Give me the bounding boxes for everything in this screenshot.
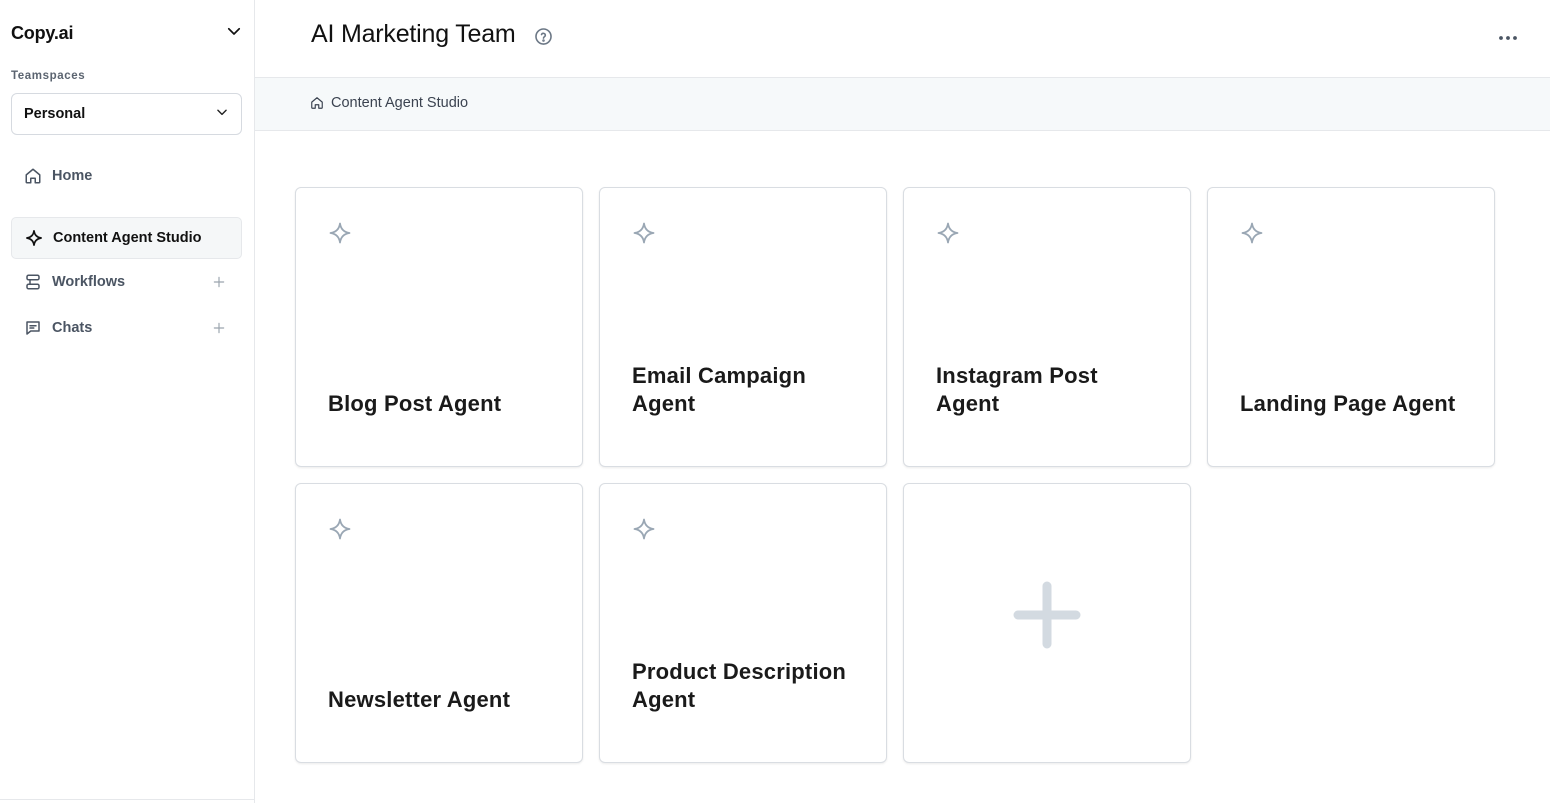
sidebar-item-home[interactable]: Home [11,155,242,197]
sparkle-icon [329,222,351,244]
add-workflow-icon[interactable] [212,275,226,289]
sparkle-icon [24,228,44,248]
add-agent-card[interactable] [903,483,1191,763]
agent-card-title: Product Description Agent [632,659,847,712]
teamspace-select[interactable]: Personal [11,93,242,135]
page-header: AI Marketing Team [255,0,1550,78]
sidebar-item-label: Home [52,168,93,184]
sidebar-item-label: Chats [52,320,93,336]
agent-card-title: Email Campaign Agent [632,363,806,416]
agent-card-product-description[interactable]: Product Description Agent [599,483,887,763]
agent-card-title: Instagram Post Agent [936,363,1098,416]
sidebar-item-content-agent-studio[interactable]: Content Agent Studio [11,217,242,259]
agent-card-title: Landing Page Agent [1240,391,1456,416]
sparkle-icon [1241,222,1263,244]
sidebar-item-workflows[interactable]: Workflows [11,261,242,303]
more-options-icon[interactable] [1496,26,1520,50]
agent-card-landing-page[interactable]: Landing Page Agent [1207,187,1495,467]
workspace-switcher[interactable]: Copy.ai [11,20,243,46]
breadcrumb-bar: Content Agent Studio [255,78,1550,131]
brand-name: Copy.ai [11,22,74,43]
agent-card-instagram-post[interactable]: Instagram Post Agent [903,187,1191,467]
agent-card-title: Blog Post Agent [328,391,502,416]
sidebar: Copy.ai Teamspaces Personal Home Content… [0,0,255,803]
teamspace-value: Personal [24,106,86,122]
sparkle-icon [329,518,351,540]
sidebar-item-label: Content Agent Studio [53,230,202,246]
sidebar-item-chats[interactable]: Chats [11,307,242,349]
sparkle-icon [937,222,959,244]
workflow-icon [23,272,43,292]
page-title: AI Marketing Team [311,20,516,48]
plus-icon [1013,581,1081,649]
breadcrumb[interactable]: Content Agent Studio [310,95,468,111]
home-icon [23,166,43,186]
breadcrumb-label: Content Agent Studio [331,95,469,111]
add-chat-icon[interactable] [212,321,226,335]
chat-icon [23,318,43,338]
sparkle-icon [633,518,655,540]
chevron-down-icon [215,105,229,124]
agent-card-newsletter[interactable]: Newsletter Agent [295,483,583,763]
home-icon [311,97,323,109]
agent-card-email-campaign[interactable]: Email Campaign Agent [599,187,887,467]
chevron-down-icon [225,22,243,45]
agent-card-title: Newsletter Agent [328,687,511,712]
help-icon[interactable] [534,27,553,46]
sparkle-icon [633,222,655,244]
sidebar-divider [0,799,255,800]
sidebar-item-label: Workflows [52,274,126,290]
agent-card-blog-post[interactable]: Blog Post Agent [295,187,583,467]
teamspaces-label: Teamspaces [11,70,86,82]
